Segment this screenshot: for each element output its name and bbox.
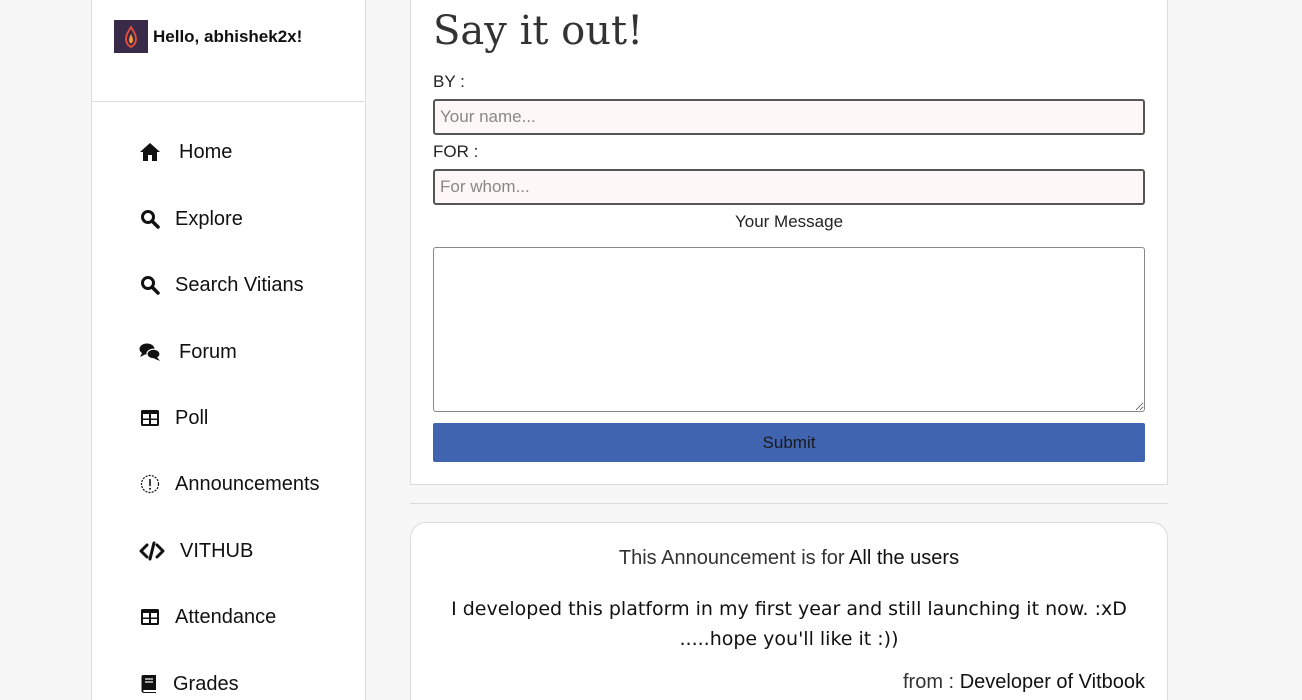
avatar[interactable] (114, 20, 148, 53)
exclamation-circle-icon (139, 473, 161, 495)
for-label: FOR : (433, 142, 479, 161)
sidebar-item-vithub[interactable]: VITHUB (139, 536, 253, 566)
page-title: Say it out! (433, 8, 644, 54)
code-icon (139, 540, 165, 562)
announcement-audience-value: All the users (849, 547, 960, 569)
divider (410, 503, 1168, 504)
sidebar-item-attendance[interactable]: Attendance (139, 602, 276, 632)
book-icon (139, 673, 159, 695)
sidebar-item-label: Announcements (175, 472, 320, 495)
sidebar-item-label: Attendance (175, 605, 277, 628)
search-icon (139, 274, 161, 296)
announcement-author-prefix: from : (903, 671, 955, 693)
announcement-author-value: Developer of Vitbook (959, 671, 1145, 693)
announcement-author: from : Developer of Vitbook (903, 671, 1145, 694)
sidebar-item-label: Home (179, 140, 233, 163)
sidebar-item-label: Explore (175, 207, 243, 230)
say-it-out-card (410, 0, 1168, 485)
comments-icon (139, 341, 161, 363)
sidebar-item-search-vitians[interactable]: Search Vitians (139, 270, 304, 300)
sidebar-item-label: Forum (179, 340, 237, 363)
name-input[interactable] (433, 99, 1145, 135)
message-label: Your Message (734, 212, 844, 231)
announcement-audience: This Announcement is for All the users (433, 547, 1145, 570)
by-label: BY : (433, 72, 465, 91)
message-textarea[interactable] (433, 247, 1145, 412)
sidebar-item-label: VITHUB (180, 539, 254, 562)
sidebar-item-grades[interactable]: Grades (139, 669, 239, 699)
sidebar: Hello, abhishek2x! Home Explore Search V… (91, 0, 366, 700)
sidebar-item-announcements[interactable]: Announcements (139, 469, 320, 499)
table-icon (139, 407, 161, 429)
sidebar-item-forum[interactable]: Forum (139, 337, 237, 367)
sidebar-item-poll[interactable]: Poll (139, 403, 208, 433)
sidebar-item-home[interactable]: Home (139, 137, 232, 167)
sidebar-item-label: Poll (175, 406, 209, 429)
announcement-audience-prefix: This Announcement is for (618, 547, 845, 569)
table-icon (139, 606, 161, 628)
user-greeting: Hello, abhishek2x! (153, 27, 303, 46)
submit-button[interactable]: Submit (433, 423, 1145, 462)
sidebar-item-explore[interactable]: Explore (139, 204, 243, 234)
announcement-message: I developed this platform in my first ye… (451, 598, 1127, 650)
home-icon (139, 141, 161, 163)
recipient-input[interactable] (433, 169, 1145, 205)
flame-logo-icon (125, 25, 137, 48)
search-icon (139, 208, 161, 230)
sidebar-item-label: Search Vitians (175, 273, 304, 296)
profile-header: Hello, abhishek2x! (92, 0, 365, 102)
sidebar-item-label: Grades (173, 672, 239, 695)
